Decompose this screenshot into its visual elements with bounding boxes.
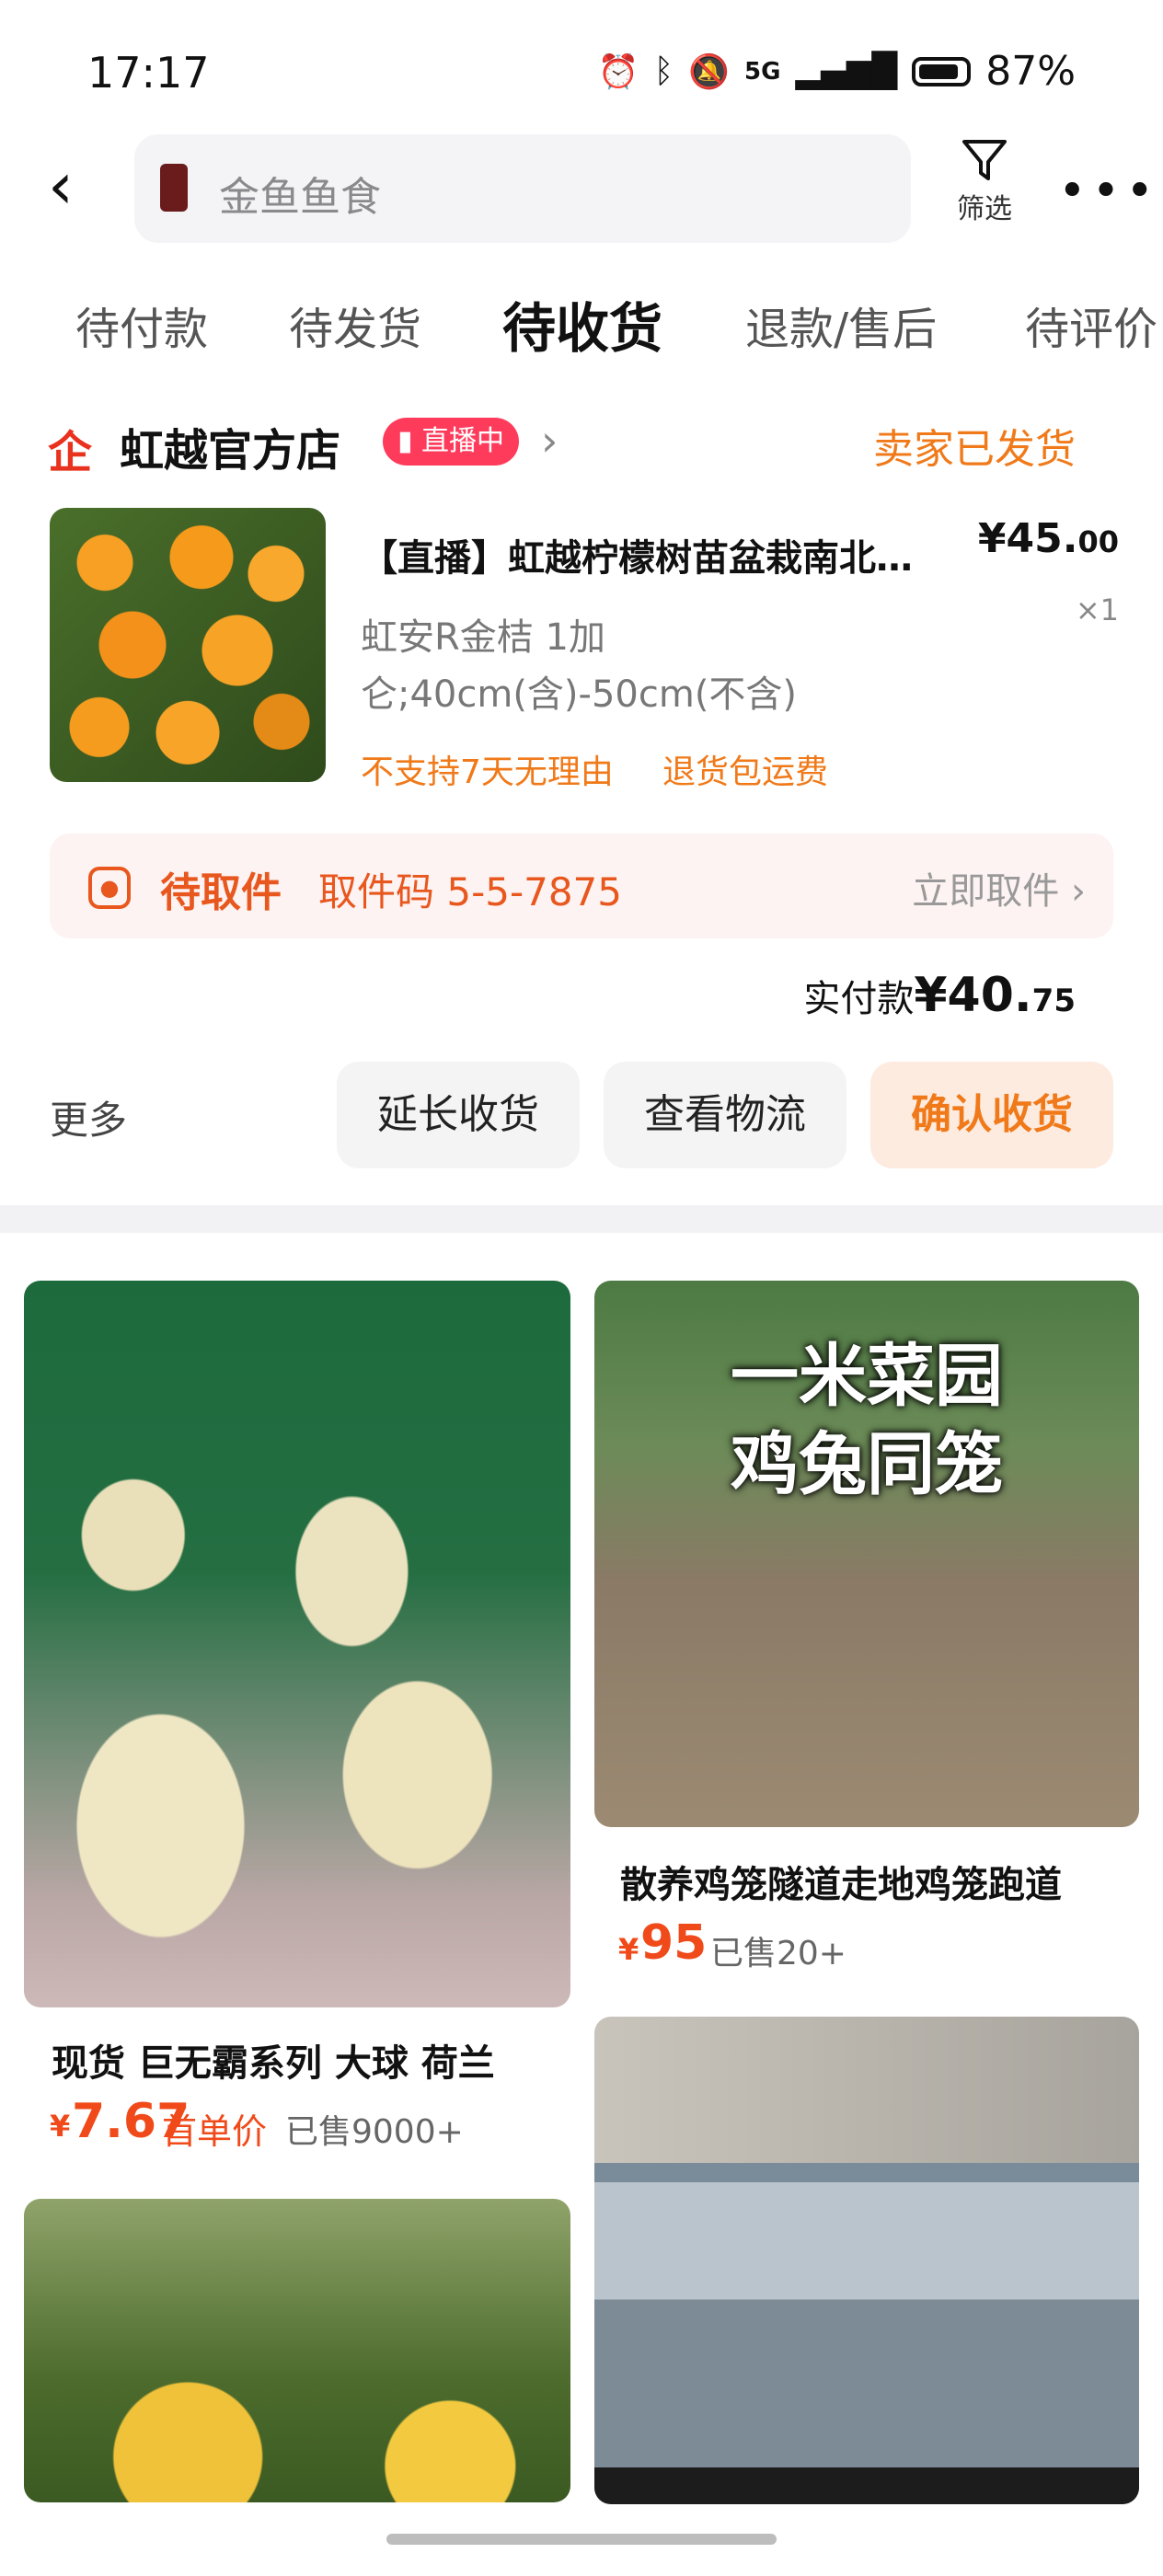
store-name[interactable]: 虹越官方店 bbox=[120, 414, 340, 478]
feed-item-image-chicken-cage[interactable]: 一米菜园 鸡兔同笼 bbox=[594, 1281, 1139, 1827]
filter-label: 筛选 bbox=[957, 193, 1012, 225]
status-time: 17:17 bbox=[87, 48, 210, 98]
live-badge[interactable]: ▮ 直播中 bbox=[383, 418, 520, 466]
mute-icon: 🔕 bbox=[688, 52, 731, 91]
image-caption-strip bbox=[594, 2467, 1139, 2504]
pickup-now-link[interactable]: 立即取件 › bbox=[912, 861, 1086, 914]
section-divider bbox=[0, 1205, 1163, 1233]
alarm-icon: ⏰ bbox=[597, 52, 639, 91]
extend-receipt-button[interactable]: 延长收货 bbox=[337, 1062, 580, 1168]
battery-icon bbox=[912, 56, 972, 86]
filter-icon bbox=[962, 140, 1007, 180]
confirm-receipt-button[interactable]: 确认收货 bbox=[870, 1062, 1113, 1168]
feed-item-image-amaryllis[interactable] bbox=[24, 1281, 570, 2007]
product-spec-line1: 虹安R金桔 1加 bbox=[361, 616, 605, 659]
product-title[interactable]: 【直播】虹越柠檬树苗盆栽南北… bbox=[361, 528, 986, 581]
status-icons: ⏰ ᛒ 🔕 5G ▂▄▆█ 87% bbox=[598, 48, 1076, 95]
feed-item-image-kumquat[interactable] bbox=[24, 2199, 570, 2502]
tag-no-return: 不支持7天无理由 bbox=[361, 753, 614, 791]
order-status: 卖家已发货 bbox=[873, 426, 1076, 473]
store-chevron-icon[interactable]: › bbox=[541, 416, 558, 466]
image-overlay-text: 鸡兔同笼 bbox=[731, 1425, 1003, 1504]
view-logistics-button[interactable]: 查看物流 bbox=[604, 1062, 846, 1168]
tab-refund-aftersale[interactable]: 退款/售后 bbox=[745, 293, 937, 357]
feed-item-sold: 已售20+ bbox=[710, 1935, 846, 1972]
feed-item-image-fish-tank[interactable] bbox=[594, 2017, 1139, 2504]
bluetooth-icon: ᛒ bbox=[653, 52, 674, 90]
tab-pending-review[interactable]: 待评价 bbox=[1025, 293, 1157, 357]
tag-return-shipping: 退货包运费 bbox=[662, 753, 829, 791]
order-tabs: 待付款 待发货 待收货 退款/售后 待评价 bbox=[0, 276, 1163, 368]
paid-int: ¥40. bbox=[914, 968, 1032, 1023]
more-options-icon[interactable]: ••• bbox=[1058, 164, 1159, 219]
search-input-text[interactable]: 金鱼鱼食 bbox=[219, 164, 381, 223]
product-price-dec: 00 bbox=[1077, 524, 1119, 559]
product-price-int: ¥45. bbox=[977, 515, 1078, 562]
feed-item-price-unit: 首单价 bbox=[162, 2111, 268, 2152]
tab-pending-payment[interactable]: 待付款 bbox=[75, 293, 208, 357]
tab-pending-receipt[interactable]: 待收货 bbox=[502, 285, 662, 362]
feed-item-price: 95 bbox=[640, 1915, 708, 1971]
product-spec-line2: 仑;40cm(含)-50cm(不含) bbox=[361, 673, 798, 716]
network-label: 5G bbox=[744, 57, 781, 86]
currency-symbol: ¥ bbox=[618, 1932, 639, 1967]
pickup-code: 取件码 5-5-7875 bbox=[318, 869, 622, 914]
filter-button[interactable]: 筛选 bbox=[948, 134, 1021, 226]
feed-item-title[interactable]: 现货 巨无霸系列 大球 荷兰 bbox=[52, 2033, 495, 2087]
paid-label: 实付款 bbox=[803, 978, 915, 1020]
pickup-box-icon: ● bbox=[88, 867, 131, 909]
tab-pending-shipment[interactable]: 待发货 bbox=[289, 293, 421, 357]
feed-item-title[interactable]: 散养鸡笼隧道走地鸡笼跑道 bbox=[620, 1855, 1062, 1908]
pickup-banner[interactable]: ● 待取件 取件码 5-5-7875 立即取件 › bbox=[50, 834, 1113, 938]
paid-dec: 75 bbox=[1031, 983, 1076, 1019]
paid-amount: 实付款¥40.75 bbox=[803, 968, 1076, 1023]
battery-level: 87% bbox=[985, 48, 1076, 95]
search-bar[interactable]: 金鱼鱼食 bbox=[134, 134, 911, 243]
back-button[interactable]: ‹ bbox=[48, 154, 103, 218]
search-product-thumbnail bbox=[160, 164, 188, 212]
live-badge-label: 直播中 bbox=[421, 425, 505, 457]
currency-symbol: ¥ bbox=[50, 2109, 71, 2144]
image-overlay-text: 一米菜园 bbox=[731, 1337, 1003, 1416]
more-actions-link[interactable]: 更多 bbox=[50, 1089, 127, 1145]
pickup-status: 待取件 bbox=[160, 869, 282, 916]
product-image[interactable] bbox=[50, 508, 326, 782]
store-logo-icon: 企 bbox=[48, 427, 93, 478]
product-price: ¥45.00 bbox=[978, 515, 1119, 562]
signal-icon: ▂▄▆█ bbox=[795, 52, 898, 90]
home-indicator[interactable] bbox=[386, 2534, 777, 2545]
product-quantity: ×1 bbox=[1075, 592, 1119, 627]
feed-item-sold: 已售9000+ bbox=[285, 2113, 464, 2151]
